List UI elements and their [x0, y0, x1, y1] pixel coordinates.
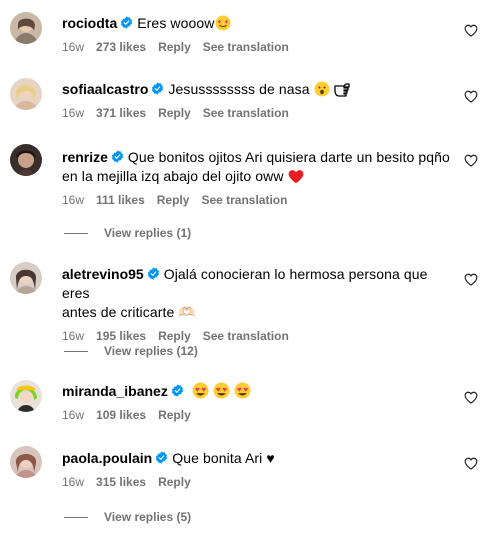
see-translation-button[interactable]: See translation [203, 106, 289, 120]
avatar[interactable] [10, 380, 42, 412]
like-heart-icon[interactable] [464, 24, 478, 37]
replies-divider [64, 233, 88, 235]
like-heart-icon[interactable] [464, 457, 478, 470]
comment-age: 16w [62, 329, 85, 343]
verified-badge-icon [121, 16, 133, 29]
comment-text-continued: en la mejilla izq abajo del ojito oww [62, 168, 284, 184]
comment-meta: 16w 273 likes Reply See translation [62, 39, 452, 55]
verified-badge-icon [147, 267, 159, 280]
heart-eyes-emoji [213, 382, 230, 399]
surprised-face-emoji [314, 81, 330, 97]
comment-meta: 16w 195 likes Reply See translation [62, 328, 452, 344]
comment-meta: 16w 109 likes Reply [62, 407, 452, 423]
username[interactable]: rociodta [62, 15, 117, 31]
username[interactable]: paola.poulain [62, 450, 152, 466]
username[interactable]: miranda_ibanez [62, 383, 168, 399]
avatar[interactable] [10, 78, 42, 110]
verified-badge-icon [152, 82, 164, 95]
avatar[interactable] [10, 12, 42, 44]
avatar[interactable] [10, 262, 42, 294]
reply-button[interactable]: Reply [158, 408, 191, 422]
heart-eyes-emoji [234, 382, 250, 399]
reply-button[interactable]: Reply [158, 475, 191, 489]
verified-badge-icon [111, 150, 123, 163]
comment-text: Jesussssssss de nasa [168, 81, 310, 97]
view-replies-button[interactable]: View replies (1) [64, 226, 191, 240]
see-translation-button[interactable]: See translation [201, 193, 287, 207]
likes-count[interactable]: 371 likes [96, 106, 146, 120]
username[interactable]: aletrevino95 [62, 266, 144, 282]
replies-divider [64, 517, 88, 519]
avatar[interactable] [10, 446, 42, 478]
red-heart-emoji [288, 170, 303, 184]
comment-age: 16w [62, 106, 85, 120]
username[interactable]: renrize [62, 149, 108, 165]
see-translation-button[interactable]: See translation [203, 40, 289, 54]
like-heart-icon[interactable] [464, 90, 478, 103]
reply-button[interactable]: Reply [158, 40, 191, 54]
view-replies-label[interactable]: View replies (12) [104, 344, 198, 358]
comment-meta: 16w 315 likes Reply [62, 474, 452, 490]
like-heart-icon[interactable] [464, 391, 478, 404]
comment-text: Que bonita Ari ♥ [172, 450, 275, 466]
replies-divider [64, 351, 88, 353]
heart-eyes-emoji [192, 382, 209, 399]
comment-meta: 16w 371 likes Reply See translation [62, 105, 452, 121]
likes-count[interactable]: 111 likes [96, 193, 145, 207]
likes-count[interactable]: 315 likes [96, 475, 146, 489]
view-replies-label[interactable]: View replies (5) [104, 510, 191, 524]
comment-age: 16w [62, 408, 85, 422]
likes-count[interactable]: 195 likes [96, 329, 146, 343]
comment-age: 16w [62, 40, 85, 54]
verified-badge-icon [156, 451, 168, 464]
like-heart-icon[interactable] [464, 154, 478, 167]
comment-meta: 16w 111 likes Reply See translation [62, 192, 452, 208]
view-replies-label[interactable]: View replies (1) [104, 226, 191, 240]
likes-count[interactable]: 109 likes [96, 408, 146, 422]
view-replies-button[interactable]: View replies (5) [64, 510, 191, 524]
comment-age: 16w [62, 193, 85, 207]
likes-count[interactable]: 273 likes [96, 40, 146, 54]
comment-age: 16w [62, 475, 85, 489]
username[interactable]: sofiaalcastro [62, 81, 148, 97]
reply-button[interactable]: Reply [158, 106, 191, 120]
view-replies-button[interactable]: View replies (12) [64, 344, 198, 358]
comment-text: Que bonitos ojitos Ari quisiera darte un… [127, 149, 450, 165]
comment-text: Eres wooow [137, 15, 215, 31]
heart-eyes-smiley-emoji [215, 15, 230, 31]
verified-badge-icon [171, 384, 183, 397]
comment-text-continued: antes de criticarte 🫶🏻 [62, 304, 196, 320]
avatar[interactable] [10, 144, 42, 176]
like-heart-icon[interactable] [464, 273, 478, 286]
see-translation-button[interactable]: See translation [203, 329, 289, 343]
pointing-hand-emoji [334, 83, 351, 97]
reply-button[interactable]: Reply [157, 193, 190, 207]
reply-button[interactable]: Reply [158, 329, 191, 343]
